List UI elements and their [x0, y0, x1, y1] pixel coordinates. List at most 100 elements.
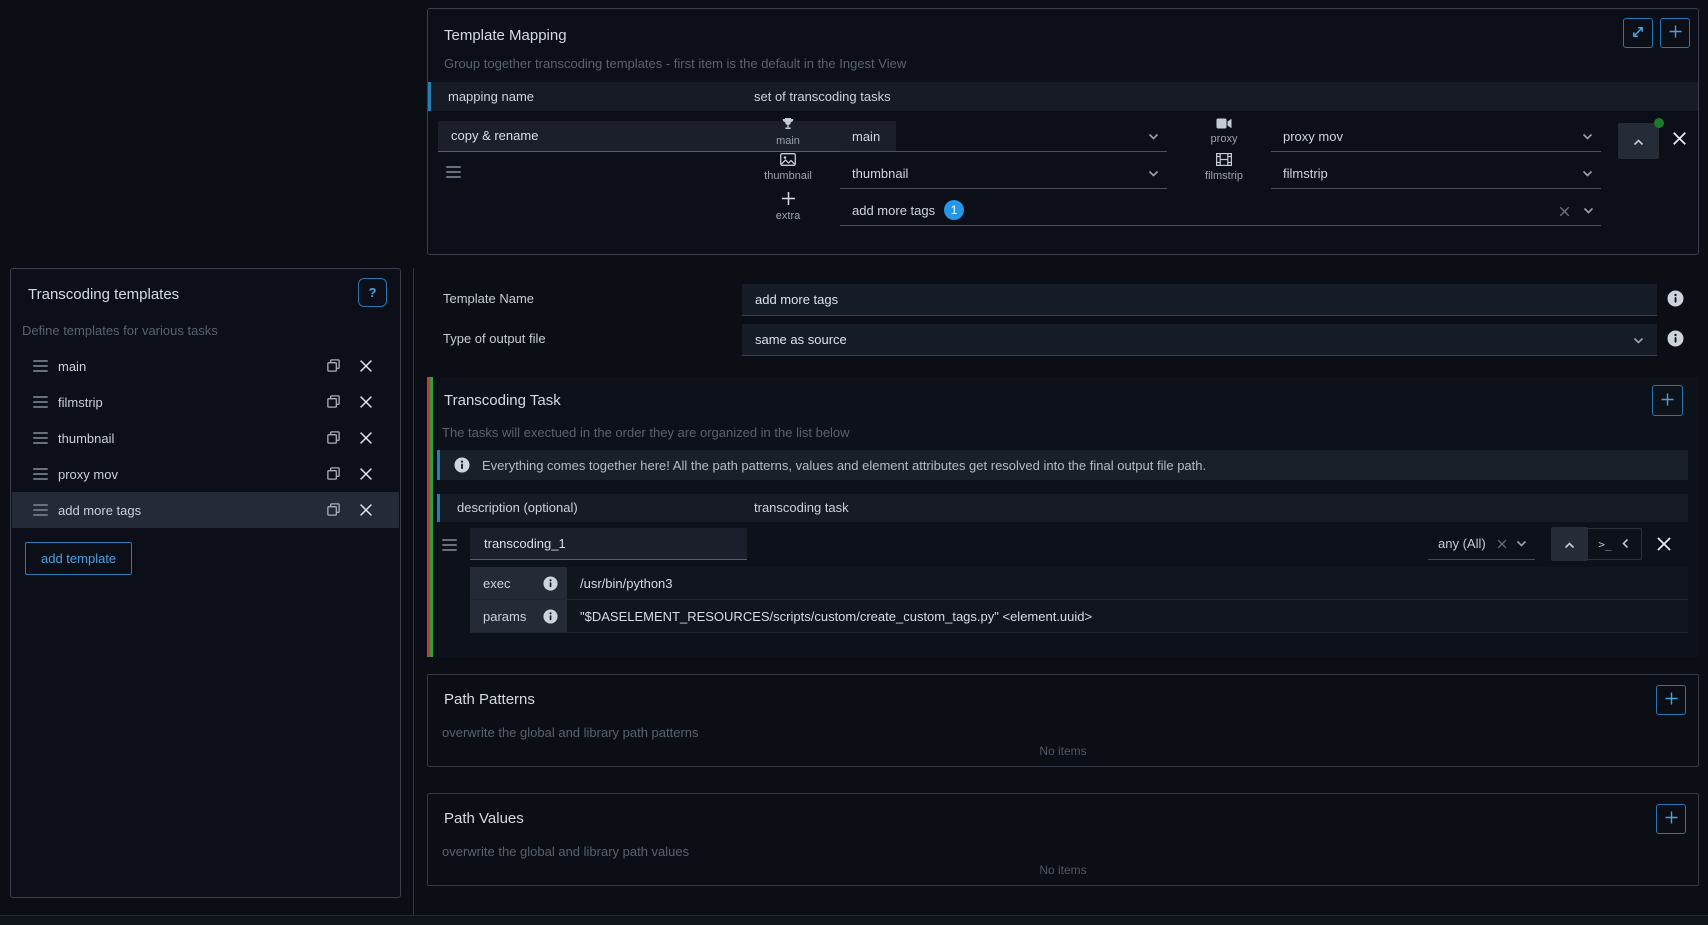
add-path-pattern-button[interactable]: [1656, 685, 1686, 715]
transcoding-task-subtitle: The tasks will exectued in the order the…: [442, 425, 850, 440]
drag-handle-icon[interactable]: [33, 396, 48, 408]
drag-handle-icon[interactable]: [33, 504, 48, 516]
drag-handle-icon[interactable]: [442, 539, 457, 551]
duplicate-icon[interactable]: [326, 394, 341, 409]
params-row: params "$DASELEMENT_RESOURCES/scripts/cu…: [470, 600, 1688, 633]
slot-extra: extra: [757, 191, 819, 222]
info-banner: Everything comes together here! All the …: [437, 450, 1688, 480]
slot-thumbnail: thumbnail: [757, 153, 819, 182]
task-filter-dropdown[interactable]: any (All): [1428, 528, 1535, 560]
add-path-value-button[interactable]: [1656, 804, 1686, 834]
chevron-down-icon: [1582, 133, 1593, 140]
close-icon[interactable]: [359, 503, 373, 517]
plus-icon: [1668, 24, 1683, 42]
duplicate-icon[interactable]: [326, 358, 341, 373]
move-mapping-up-button[interactable]: [1618, 123, 1659, 159]
clear-icon[interactable]: [1559, 205, 1570, 220]
task-description-input[interactable]: transcoding_1: [470, 528, 747, 560]
sidebar-item-proxy-mov[interactable]: proxy mov: [12, 456, 399, 492]
remove-mapping-button[interactable]: [1672, 131, 1687, 146]
plus-icon: [1660, 392, 1675, 410]
task-row: transcoding_1 any (All) >_: [437, 527, 1688, 564]
drag-handle-icon[interactable]: [33, 432, 48, 444]
params-value[interactable]: "$DASELEMENT_RESOURCES/scripts/custom/cr…: [580, 609, 1092, 624]
duplicate-icon[interactable]: [326, 466, 341, 481]
active-indicator-bar: [430, 377, 433, 657]
main-template-dropdown[interactable]: main: [840, 121, 1167, 152]
path-values-subtitle: overwrite the global and library path va…: [442, 844, 689, 859]
expand-button[interactable]: [1623, 18, 1653, 48]
output-type-dropdown[interactable]: same as source: [742, 324, 1657, 356]
sidebar-item-filmstrip[interactable]: filmstrip: [12, 384, 399, 420]
main-template-value: main: [852, 129, 880, 144]
sidebar-item-label: proxy mov: [58, 467, 118, 482]
slot-filmstrip: filmstrip: [1193, 153, 1255, 182]
extra-template-value: add more tags: [852, 203, 935, 218]
drag-handle-icon[interactable]: [33, 468, 48, 480]
help-button[interactable]: ?: [358, 278, 387, 307]
thumbnail-template-value: thumbnail: [852, 166, 908, 181]
add-mapping-button[interactable]: [1660, 18, 1690, 48]
template-mapping-panel: Template Mapping Group together transcod…: [427, 8, 1699, 255]
task-tools-group: >_: [1585, 528, 1642, 560]
chevron-down-icon: [1148, 133, 1159, 140]
duplicate-icon[interactable]: [326, 430, 341, 445]
info-icon[interactable]: [543, 609, 558, 624]
info-icon[interactable]: [543, 576, 558, 591]
drag-handle-icon[interactable]: [446, 166, 461, 178]
drag-handle-icon[interactable]: [33, 360, 48, 372]
task-table-header: description (optional) transcoding task: [437, 494, 1688, 522]
close-icon[interactable]: [359, 359, 373, 373]
sidebar-item-thumbnail[interactable]: thumbnail: [12, 420, 399, 456]
filmstrip-template-dropdown[interactable]: filmstrip: [1271, 158, 1601, 189]
exec-value[interactable]: /usr/bin/python3: [580, 576, 673, 591]
exec-row: exec /usr/bin/python3: [470, 567, 1688, 600]
path-patterns-subtitle: overwrite the global and library path pa…: [442, 725, 699, 740]
column-description: description (optional): [457, 500, 578, 515]
column-mapping-name: mapping name: [448, 89, 534, 104]
sidebar-item-label: add more tags: [58, 503, 141, 518]
slot-main: main: [757, 117, 819, 147]
proxy-template-dropdown[interactable]: proxy mov: [1271, 121, 1601, 152]
extra-template-dropdown[interactable]: add more tags 1: [840, 195, 1601, 226]
info-icon[interactable]: [1667, 290, 1684, 307]
trophy-icon: [781, 119, 795, 134]
slot-thumbnail-label: thumbnail: [757, 170, 819, 182]
app-root: Template Mapping Group together transcod…: [0, 0, 1708, 925]
add-template-button[interactable]: add template: [25, 542, 132, 575]
close-icon[interactable]: [359, 431, 373, 445]
terminal-icon[interactable]: >_: [1598, 538, 1611, 551]
params-label-cell: params: [470, 600, 567, 632]
chevron-down-icon: [1633, 337, 1644, 344]
vertical-divider: [413, 268, 414, 915]
close-icon[interactable]: [359, 395, 373, 409]
remove-task-button[interactable]: [1656, 536, 1672, 552]
sidebar-title: Transcoding templates: [28, 286, 179, 303]
template-mapping-subtitle: Group together transcoding templates - f…: [444, 56, 906, 71]
chevron-left-icon[interactable]: [1622, 537, 1629, 552]
path-patterns-title: Path Patterns: [444, 691, 535, 708]
proxy-template-value: proxy mov: [1283, 129, 1343, 144]
image-icon: [780, 154, 796, 169]
slot-extra-label: extra: [757, 210, 819, 222]
clear-icon[interactable]: [1497, 539, 1507, 549]
chevron-down-icon: [1516, 540, 1527, 547]
duplicate-icon[interactable]: [326, 502, 341, 517]
close-icon[interactable]: [359, 467, 373, 481]
slot-filmstrip-label: filmstrip: [1193, 170, 1255, 182]
template-name-label: Template Name: [443, 291, 534, 306]
sidebar-item-add-more-tags[interactable]: add more tags: [12, 492, 399, 528]
sidebar-item-main[interactable]: main: [12, 348, 399, 384]
sidebar-item-label: main: [58, 359, 86, 374]
info-icon[interactable]: [1667, 330, 1684, 347]
transcoding-templates-panel: Transcoding templates ? Define templates…: [10, 268, 401, 898]
slot-main-label: main: [757, 135, 819, 147]
template-name-input[interactable]: add more tags: [742, 284, 1657, 316]
add-task-button[interactable]: [1652, 385, 1683, 416]
move-task-up-button[interactable]: [1551, 527, 1588, 561]
mapping-name-input[interactable]: copy & rename: [438, 121, 896, 152]
output-type-value: same as source: [755, 332, 847, 347]
slot-proxy: proxy: [1193, 117, 1255, 145]
thumbnail-template-dropdown[interactable]: thumbnail: [840, 158, 1167, 189]
sidebar-subtitle: Define templates for various tasks: [22, 323, 218, 338]
